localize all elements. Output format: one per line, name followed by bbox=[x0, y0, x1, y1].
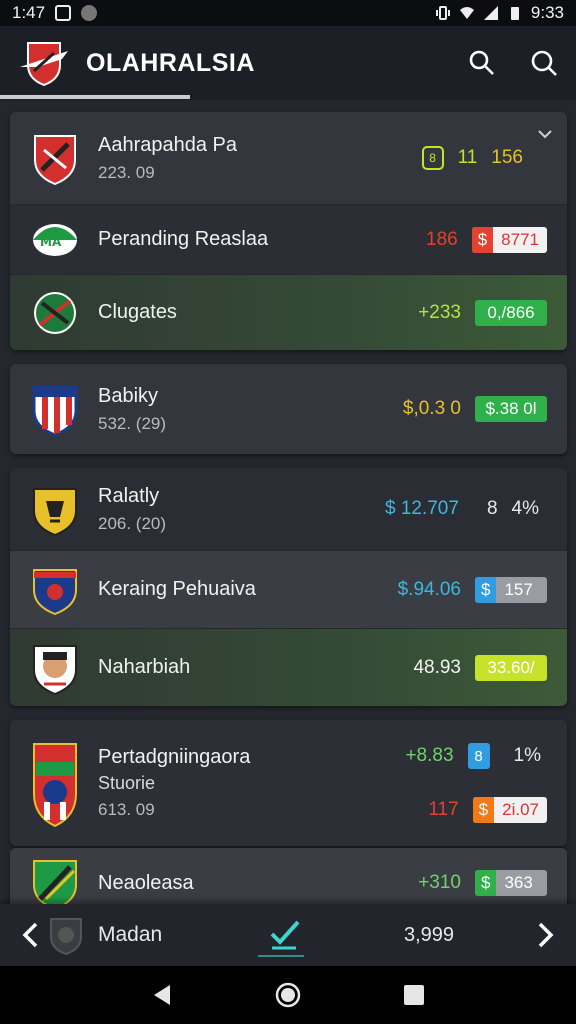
chevron-down-icon[interactable] bbox=[537, 128, 553, 140]
crest-icon bbox=[32, 385, 78, 437]
odds-chip[interactable]: $ 157 bbox=[475, 576, 547, 603]
team-record: 223. 09 bbox=[98, 162, 155, 182]
app-logo bbox=[20, 42, 68, 87]
card-group-4: Pertadgniingaora Stuorie 613. 09 +8.83 8… bbox=[10, 720, 567, 846]
chevron-left-icon[interactable] bbox=[20, 921, 40, 949]
crest-icon bbox=[33, 488, 77, 537]
crest-icon bbox=[33, 568, 77, 615]
search-icon[interactable] bbox=[468, 49, 496, 77]
battery-icon bbox=[510, 7, 519, 20]
app-bar: OLAHRALSIA bbox=[0, 26, 576, 100]
card-group-3: Ralatly 206. (20) $ 12.707 8 4% Keraing … bbox=[10, 468, 567, 706]
stat-percent: 4% bbox=[511, 498, 539, 519]
tab-indicator bbox=[0, 95, 190, 99]
wifi-icon bbox=[459, 7, 474, 19]
odds-chip[interactable]: 0,/866 bbox=[475, 299, 547, 326]
odds-chip[interactable]: $ 8771 bbox=[471, 226, 547, 253]
stat-value: 48.93 bbox=[413, 656, 461, 678]
team-name: Keraing Pehuaiva bbox=[98, 578, 256, 600]
team-name: Neaoleasa bbox=[98, 871, 194, 894]
crest-icon bbox=[33, 644, 77, 695]
team-name: Clugates bbox=[98, 301, 177, 323]
list-item[interactable]: Keraing Pehuaiva $.94.06 $ 157 bbox=[10, 550, 567, 628]
list-item[interactable]: Clugates +233 0,/866 bbox=[10, 274, 567, 350]
team-record: 613. 09 bbox=[98, 800, 155, 819]
team-subname: Stuorie bbox=[98, 773, 156, 793]
stat-value: +310 bbox=[418, 872, 461, 893]
crest-icon bbox=[33, 743, 77, 828]
odds-chip[interactable]: $.38 0l bbox=[475, 396, 547, 422]
status-bar: 1:47 9:33 bbox=[0, 0, 576, 26]
stat-value: 117 bbox=[428, 799, 459, 820]
notification-icon bbox=[81, 5, 98, 21]
team-record: 532. (29) bbox=[98, 413, 167, 433]
app-title: OLAHRALSIA bbox=[86, 48, 255, 77]
check-icon[interactable] bbox=[256, 914, 306, 958]
svg-text:MA: MA bbox=[40, 235, 62, 249]
back-icon[interactable] bbox=[150, 983, 174, 1007]
team-name: Naharbiah bbox=[98, 656, 191, 678]
team-name: Aahrapahda Pa bbox=[98, 133, 238, 156]
crest-icon bbox=[33, 860, 77, 911]
search-alt-icon[interactable] bbox=[530, 49, 558, 77]
stat-value: 186 bbox=[426, 228, 458, 250]
team-record: 206. (20) bbox=[98, 513, 167, 533]
team-name: Babiky bbox=[98, 384, 159, 407]
stat-percent: 1% bbox=[513, 745, 541, 766]
team-name: Pertadgniingaora bbox=[98, 746, 251, 768]
chevron-right-icon[interactable] bbox=[536, 921, 556, 949]
odds-chip[interactable]: 33.60/ bbox=[475, 654, 547, 681]
odds-chip[interactable]: $ 2i.07 bbox=[472, 797, 547, 823]
crest-icon bbox=[34, 135, 76, 186]
team-name: Ralatly bbox=[98, 484, 160, 507]
stat-value: 8 bbox=[486, 498, 498, 519]
home-icon[interactable] bbox=[274, 981, 302, 1009]
selected-team-value: 3,999 bbox=[404, 923, 455, 946]
gallery-icon bbox=[55, 5, 72, 21]
crest-icon: MA bbox=[33, 223, 77, 256]
card-group-1: Aahrapahda Pa 223. 09 8 11 156 MA Perand… bbox=[10, 112, 567, 350]
stat-value: 11 bbox=[457, 147, 478, 168]
crest-icon bbox=[50, 918, 82, 955]
bottom-bar: Madan 3,999 bbox=[0, 904, 576, 966]
rank-badge: 8 bbox=[421, 146, 444, 170]
list-item[interactable]: MA Peranding Reaslaa 186 $ 8771 bbox=[10, 204, 567, 274]
stat-value: 156 bbox=[491, 147, 523, 168]
selected-team-name: Madan bbox=[98, 923, 163, 946]
card-group-2: Babiky 532. (29) $,0.3 0 $.38 0l bbox=[10, 364, 567, 454]
crest-icon bbox=[34, 291, 76, 334]
list-item[interactable]: Babiky 532. (29) $,0.3 0 $.38 0l bbox=[10, 364, 567, 454]
signal-icon bbox=[483, 6, 498, 20]
list-item[interactable]: Pertadgniingaora Stuorie 613. 09 +8.83 8… bbox=[10, 720, 567, 846]
team-name: Peranding Reaslaa bbox=[98, 228, 269, 250]
status-time-right: 9:33 bbox=[530, 3, 564, 22]
vibrate-icon bbox=[435, 6, 450, 20]
list-item[interactable]: Ralatly 206. (20) $ 12.707 8 4% bbox=[10, 468, 567, 550]
list-item[interactable]: Naharbiah 48.93 33.60/ bbox=[10, 628, 567, 706]
stat-value: $,0.3 0 bbox=[402, 398, 461, 419]
system-nav-bar bbox=[0, 966, 576, 1024]
stat-box: 8 bbox=[467, 743, 490, 769]
list-item[interactable]: Aahrapahda Pa 223. 09 8 11 156 bbox=[10, 112, 567, 204]
recents-icon[interactable] bbox=[402, 983, 426, 1007]
stat-value: $.94.06 bbox=[397, 578, 461, 600]
odds-chip[interactable]: $ 363 bbox=[475, 870, 547, 896]
stat-value: +8.83 bbox=[405, 745, 454, 766]
stat-value: $ 12.707 bbox=[384, 498, 459, 519]
status-time: 1:47 bbox=[12, 3, 46, 22]
stat-value: +233 bbox=[418, 301, 461, 323]
